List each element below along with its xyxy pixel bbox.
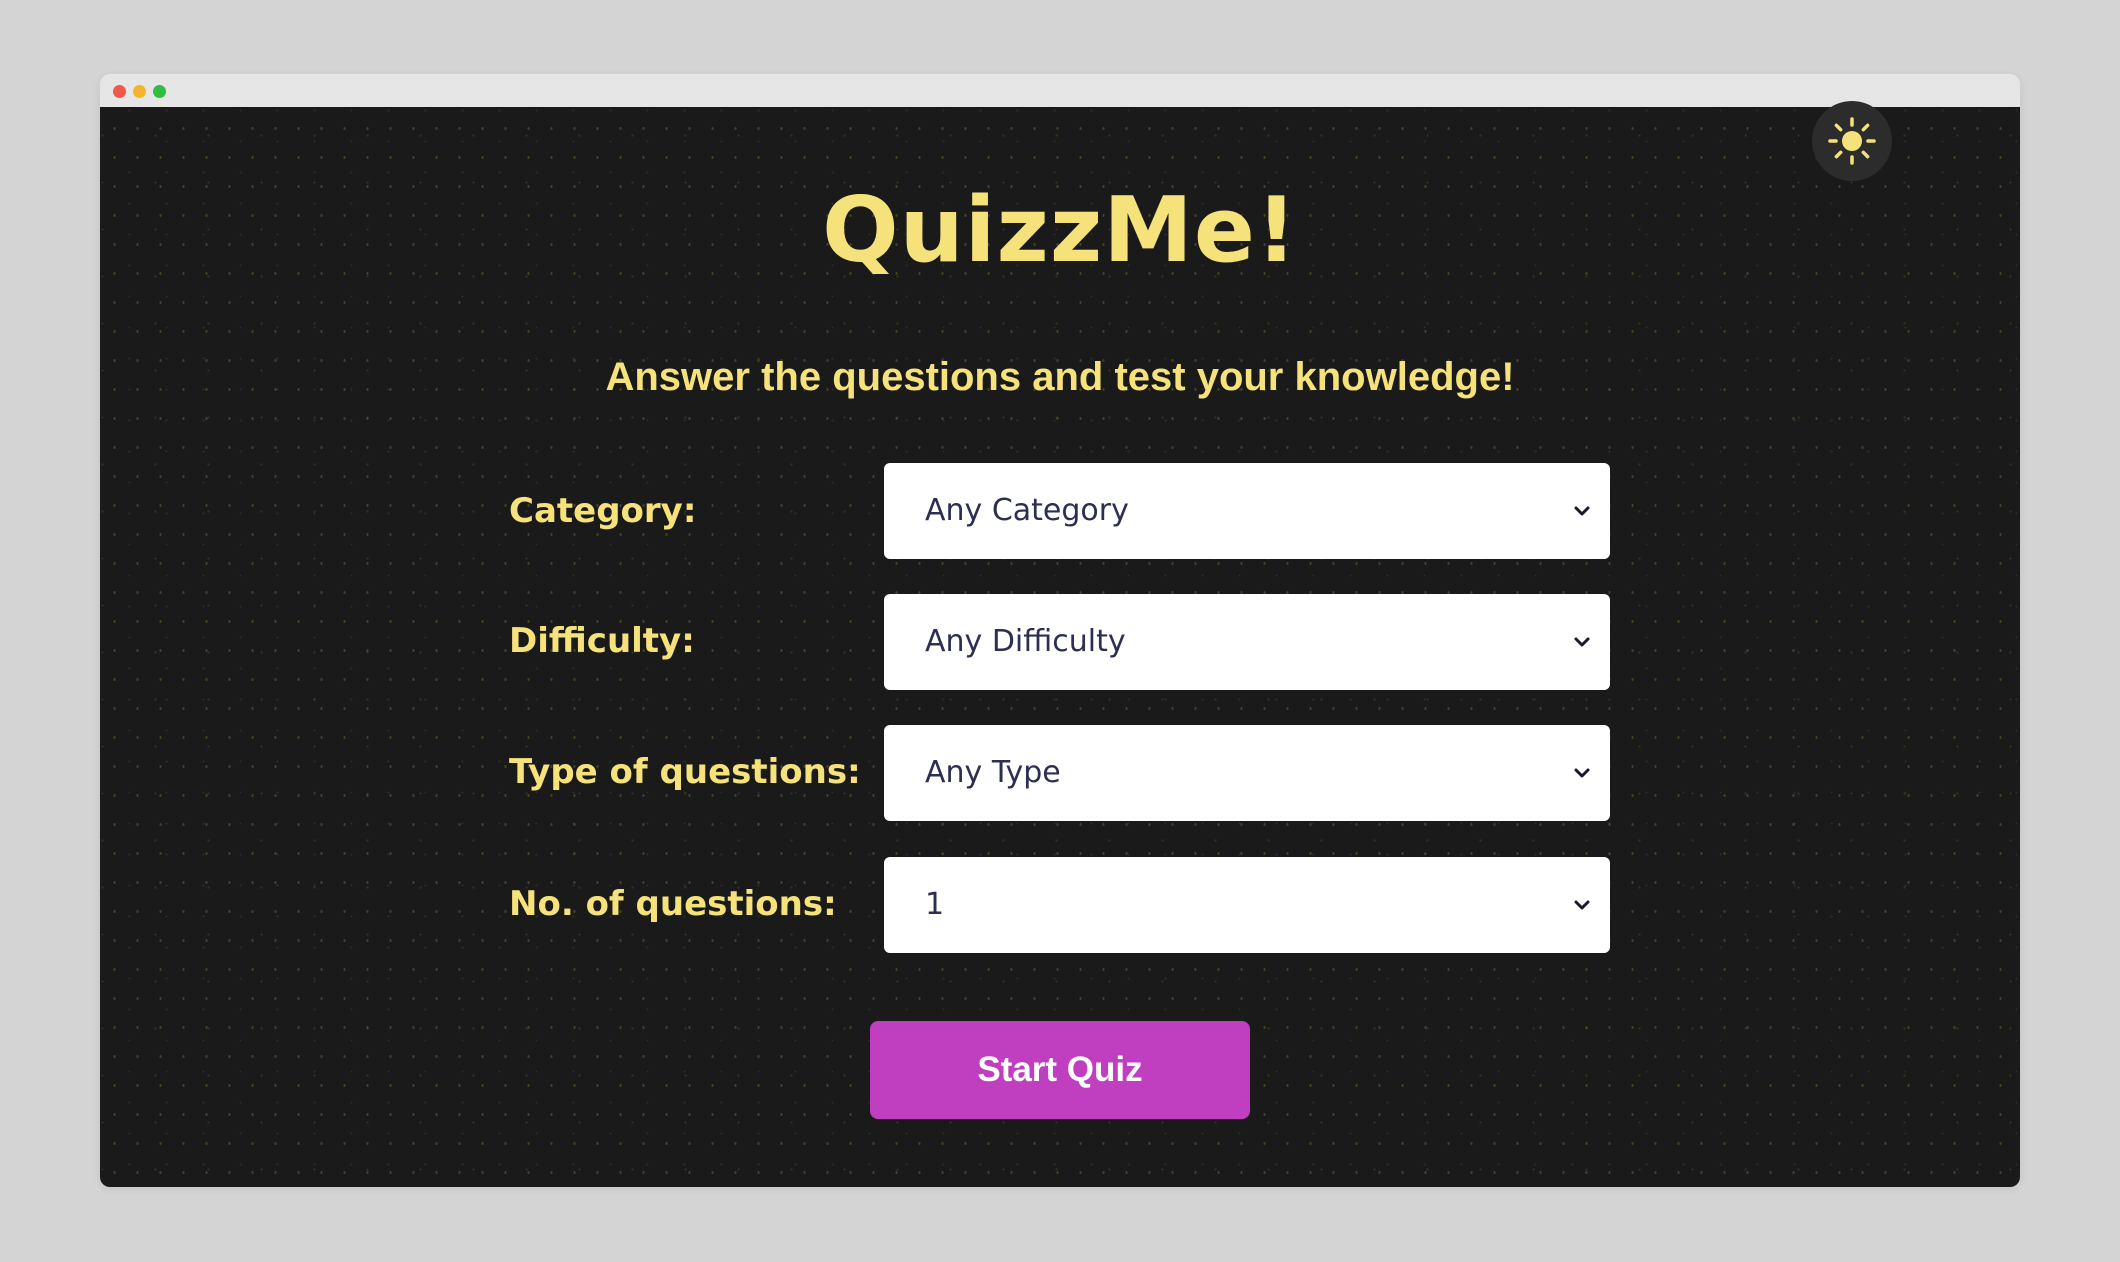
- question-count-select[interactable]: 1: [884, 857, 1610, 953]
- question-type-select-value: Any Type: [925, 755, 1061, 790]
- window-titlebar: [100, 74, 2020, 107]
- question-count-label: No. of questions:: [509, 884, 837, 924]
- category-select-value: Any Category: [925, 493, 1129, 528]
- chevron-down-icon: [1574, 900, 1590, 910]
- sun-icon: [1828, 117, 1876, 165]
- question-type-label: Type of questions:: [509, 752, 861, 792]
- theme-toggle-button[interactable]: [1812, 101, 1892, 181]
- minimize-window-button[interactable]: [133, 85, 146, 98]
- category-select[interactable]: Any Category: [884, 463, 1610, 559]
- category-label: Category:: [509, 491, 697, 531]
- page-title: QuizzMe!: [822, 178, 1298, 283]
- question-type-select[interactable]: Any Type: [884, 725, 1610, 821]
- difficulty-label: Difficulty:: [509, 621, 695, 661]
- question-count-select-value: 1: [925, 887, 945, 922]
- page-subtitle: Answer the questions and test your knowl…: [605, 355, 1515, 399]
- difficulty-select[interactable]: Any Difficulty: [884, 594, 1610, 690]
- start-quiz-button[interactable]: Start Quiz: [870, 1021, 1250, 1119]
- difficulty-select-value: Any Difficulty: [925, 624, 1126, 659]
- chevron-down-icon: [1574, 637, 1590, 647]
- chevron-down-icon: [1574, 768, 1590, 778]
- maximize-window-button[interactable]: [153, 85, 166, 98]
- close-window-button[interactable]: [113, 85, 126, 98]
- chevron-down-icon: [1574, 506, 1590, 516]
